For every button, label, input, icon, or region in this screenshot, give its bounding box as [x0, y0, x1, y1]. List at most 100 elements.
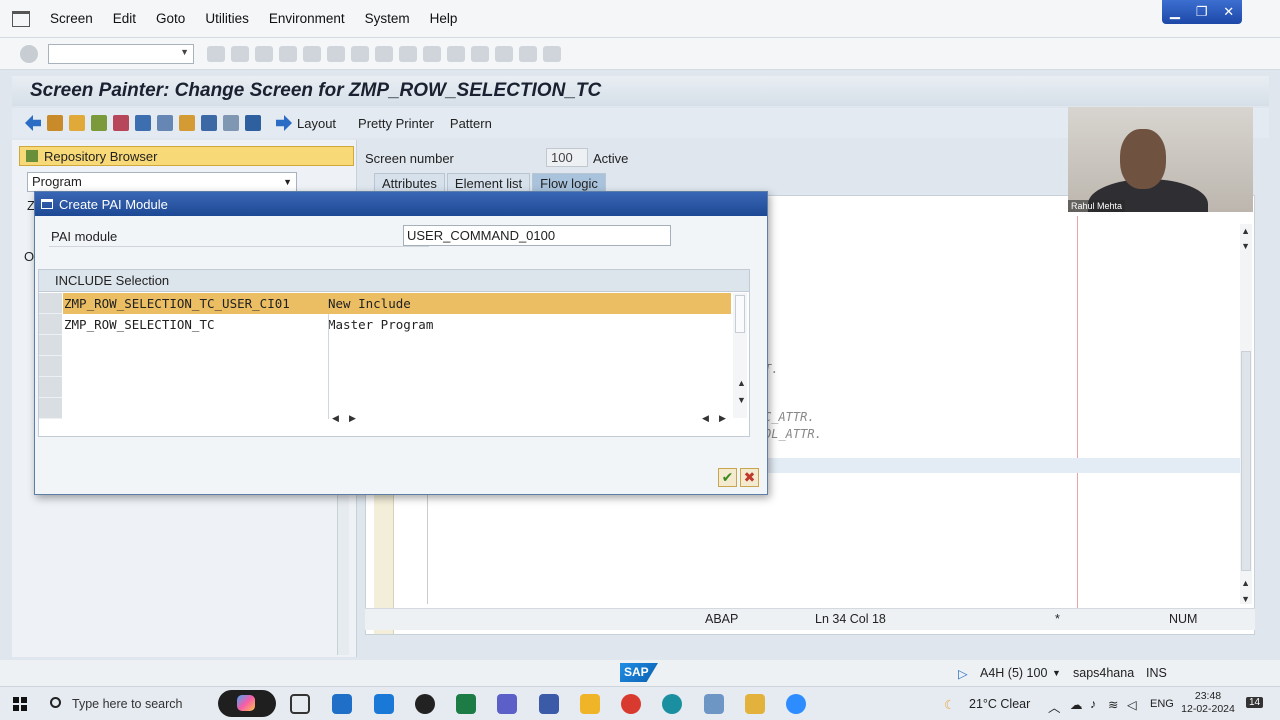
last-page-icon[interactable] — [447, 45, 465, 62]
menu-goto[interactable]: Goto — [156, 11, 185, 26]
find-next-icon[interactable] — [351, 45, 369, 62]
info-icon[interactable] — [245, 115, 261, 131]
navigate-icon[interactable] — [157, 115, 173, 131]
row-selector[interactable] — [39, 293, 62, 314]
windows-start-icon[interactable] — [13, 697, 27, 711]
scroll-down-icon[interactable]: ▼ — [737, 395, 746, 405]
taskbar-search[interactable]: Type here to search — [44, 693, 206, 715]
scroll-left-icon[interactable]: ◀ — [332, 413, 339, 424]
scroll-left-icon[interactable]: ◀ — [702, 413, 709, 424]
back-icon[interactable] — [231, 45, 249, 62]
scroll-up-icon[interactable]: ▲ — [1241, 226, 1250, 236]
editor-scrollbar-thumb[interactable] — [1241, 351, 1251, 571]
cancel-icon[interactable] — [279, 45, 297, 62]
scroll-down-icon[interactable]: ▼ — [1241, 241, 1250, 251]
row-selector[interactable] — [39, 335, 62, 356]
scroll-up-icon[interactable]: ▲ — [1241, 578, 1250, 588]
help-icon[interactable] — [519, 45, 537, 62]
layout-arrow-icon[interactable] — [276, 115, 292, 131]
command-field[interactable] — [48, 43, 194, 64]
copilot-icon[interactable] — [218, 690, 276, 717]
edge-icon[interactable] — [662, 694, 682, 714]
tab-flow-logic[interactable]: Flow logic — [532, 173, 606, 193]
previous-page-icon[interactable] — [399, 45, 417, 62]
hidden-icons-chevron-icon[interactable]: ︿ — [1048, 697, 1061, 716]
menu-environment[interactable]: Environment — [269, 11, 345, 26]
eclipse-icon[interactable] — [704, 694, 724, 714]
scroll-right-icon[interactable]: ▶ — [719, 413, 726, 424]
volume-icon[interactable]: ◁ — [1127, 697, 1137, 712]
first-page-icon[interactable] — [375, 45, 393, 62]
display-change-icon[interactable] — [47, 115, 63, 131]
window-menu-icon[interactable] — [12, 10, 30, 27]
menu-system[interactable]: System — [365, 11, 410, 26]
dell-icon[interactable] — [415, 694, 435, 714]
pattern-button[interactable]: Pattern — [450, 116, 492, 131]
teams-icon[interactable] — [497, 694, 517, 714]
activate-icon[interactable] — [113, 115, 129, 131]
status-expand-icon[interactable]: ▷ — [958, 666, 968, 681]
sap-gui-icon[interactable] — [745, 694, 765, 714]
input-language[interactable]: ENG — [1150, 698, 1174, 710]
include-scrollbar-thumb[interactable] — [735, 295, 745, 333]
sap-logon-icon[interactable] — [539, 694, 559, 714]
exit-icon[interactable] — [255, 45, 273, 62]
table-row[interactable]: ZMP_ROW_SELECTION_TC_USER_CI01 New Inclu… — [63, 293, 731, 314]
new-session-icon[interactable] — [471, 45, 489, 62]
dialog-title-bar[interactable]: Create PAI Module — [35, 192, 767, 216]
back-arrow-icon[interactable] — [25, 115, 41, 131]
restore-button[interactable]: ❐ — [1196, 4, 1208, 20]
table-row[interactable]: ZMP_ROW_SELECTION_TC Master Program — [63, 314, 731, 335]
confirm-button[interactable]: ✔ — [718, 468, 737, 487]
row-selector[interactable] — [39, 314, 62, 335]
repository-browser-button[interactable]: Repository Browser — [19, 146, 354, 166]
file-explorer-icon[interactable] — [580, 694, 600, 714]
shortcut-icon[interactable] — [495, 45, 513, 62]
wifi-icon[interactable]: ≋ — [1108, 697, 1118, 712]
menu-edit[interactable]: Edit — [113, 11, 136, 26]
enter-icon[interactable] — [20, 44, 38, 63]
microphone-icon[interactable]: ♪ — [1090, 697, 1096, 711]
excel-icon[interactable] — [456, 694, 476, 714]
tab-element-list[interactable]: Element list — [446, 173, 531, 193]
close-button[interactable]: ✕ — [1223, 4, 1234, 20]
cancel-button[interactable]: ✖ — [740, 468, 759, 487]
scroll-down-icon[interactable]: ▼ — [1241, 594, 1250, 604]
onedrive-icon[interactable]: ☁ — [1070, 697, 1083, 712]
find-icon[interactable] — [327, 45, 345, 62]
minimize-button[interactable]: ▁ — [1170, 4, 1180, 20]
hierarchy-icon[interactable] — [179, 115, 195, 131]
weather-info[interactable]: 21°C Clear — [969, 697, 1030, 711]
pretty-printer-button[interactable]: Pretty Printer — [358, 116, 434, 131]
mail-icon[interactable] — [374, 694, 394, 714]
scroll-right-icon[interactable]: ▶ — [349, 413, 356, 424]
zoom-icon[interactable] — [786, 694, 806, 714]
menu-utilities[interactable]: Utilities — [205, 11, 249, 26]
system-dropdown-icon[interactable]: ▼ — [1052, 668, 1061, 678]
store-icon[interactable] — [332, 694, 352, 714]
list-icon[interactable] — [223, 115, 239, 131]
align-icon[interactable] — [201, 115, 217, 131]
tab-attributes[interactable]: Attributes — [374, 173, 445, 193]
menu-screen[interactable]: Screen — [50, 11, 93, 26]
row-selector[interactable] — [39, 398, 62, 419]
save-icon[interactable] — [207, 45, 225, 62]
notification-count[interactable]: 14 — [1246, 697, 1264, 708]
pai-module-field[interactable]: USER_COMMAND_0100 — [403, 225, 671, 246]
object-type-select[interactable]: Program — [27, 172, 297, 192]
chrome-icon[interactable] — [621, 694, 641, 714]
row-selector[interactable] — [39, 356, 62, 377]
layout-icon[interactable] — [543, 45, 561, 62]
row-selector[interactable] — [39, 377, 62, 398]
taskbar-clock[interactable]: 23:48 12-02-2024 — [1180, 690, 1236, 716]
scroll-up-icon[interactable]: ▲ — [737, 378, 746, 388]
print-icon[interactable] — [303, 45, 321, 62]
layout-button[interactable]: Layout — [297, 116, 336, 131]
menu-help[interactable]: Help — [430, 11, 458, 26]
where-used-icon[interactable] — [135, 115, 151, 131]
other-object-icon[interactable] — [69, 115, 85, 131]
system-info[interactable]: A4H (5) 100 — [980, 666, 1047, 680]
task-view-icon[interactable] — [290, 694, 310, 714]
next-page-icon[interactable] — [423, 45, 441, 62]
check-icon[interactable] — [91, 115, 107, 131]
